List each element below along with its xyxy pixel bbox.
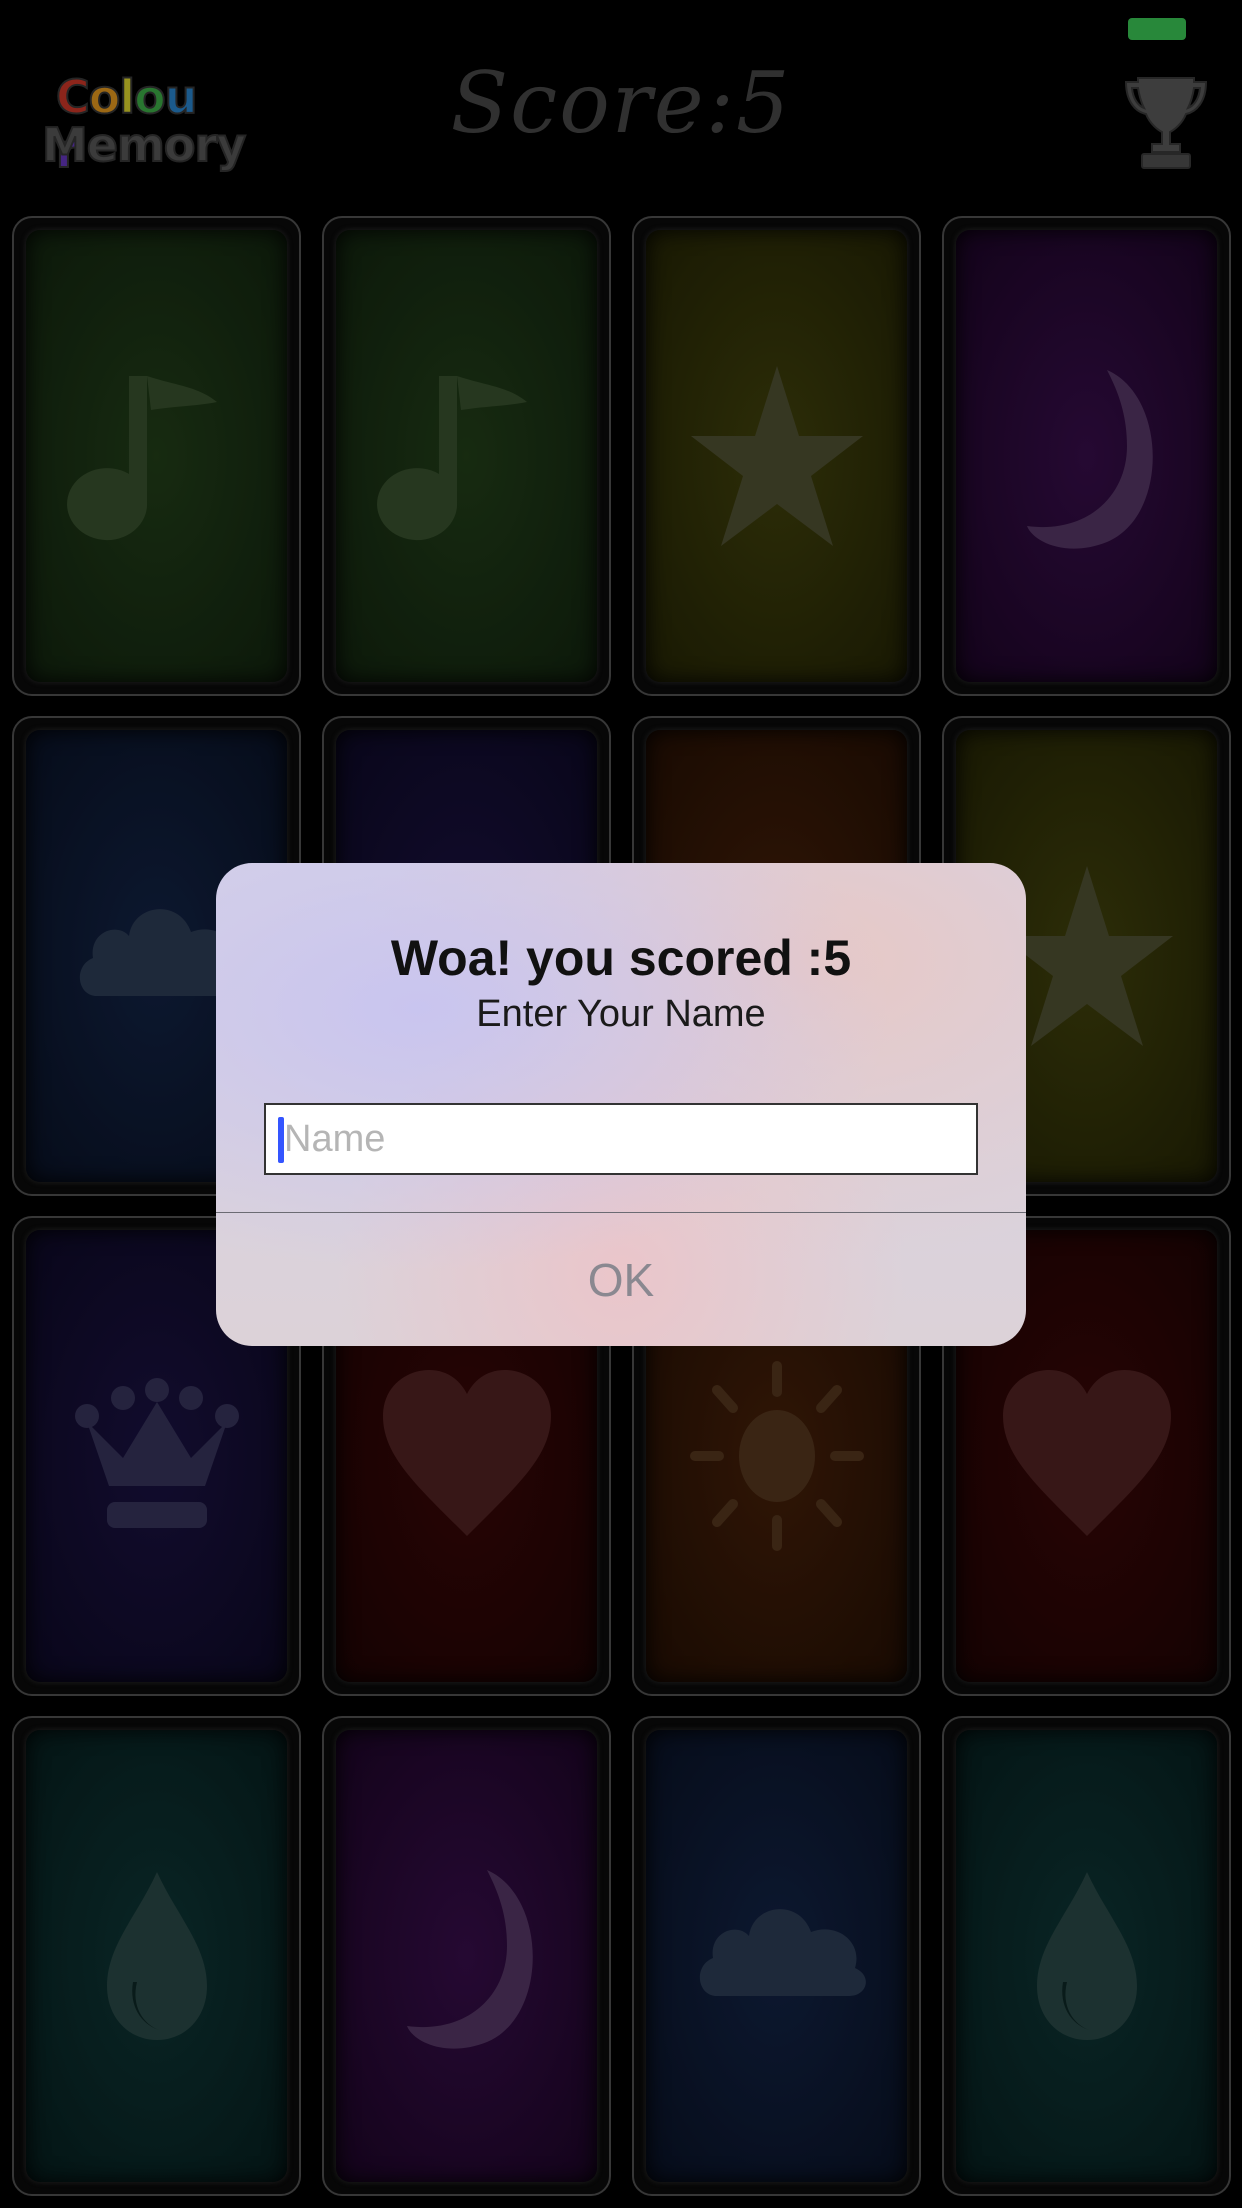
game-screen: Colour Memory Score:5 Woa! you scored:5… (0, 0, 1242, 2208)
score-dialog: Woa! you scored :5 Enter Your Name OK (216, 863, 1026, 1346)
dialog-title: Woa! you scored :5 (390, 930, 852, 986)
name-input[interactable] (264, 1103, 978, 1175)
dialog-message: Enter Your Name (476, 993, 766, 1035)
text-cursor (278, 1117, 284, 1163)
ok-button[interactable]: OK (216, 1213, 1026, 1346)
